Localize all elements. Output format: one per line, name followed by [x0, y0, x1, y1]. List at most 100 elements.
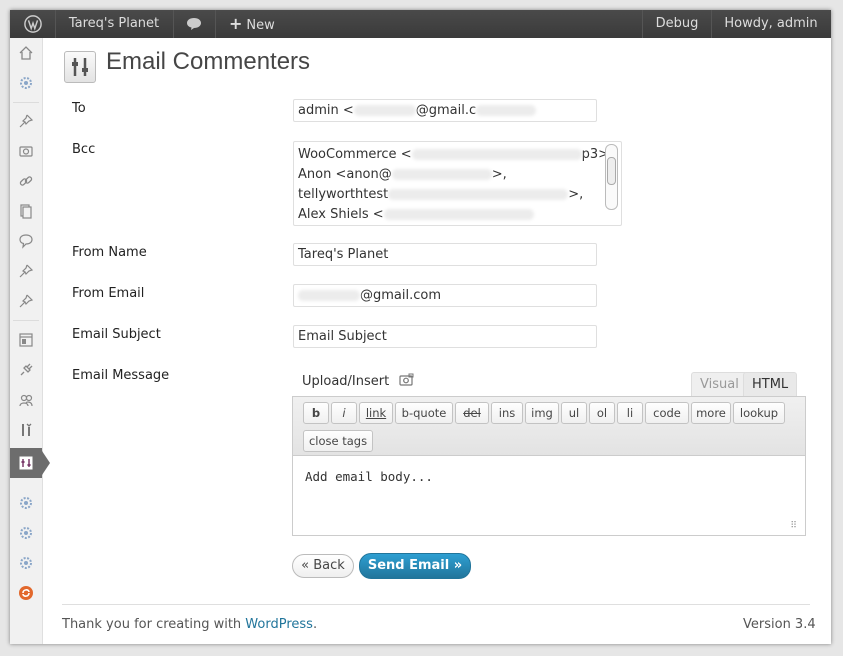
- sidebar-item-media[interactable]: [10, 136, 42, 166]
- home-icon: [19, 46, 33, 60]
- bcc-scrollbar[interactable]: [605, 144, 618, 210]
- media-camera-icon: [19, 146, 33, 157]
- email-message-label: Email Message: [72, 368, 170, 383]
- resize-handle-icon[interactable]: ⠿: [790, 521, 797, 531]
- footer-version: Version 3.4: [743, 617, 816, 632]
- bcc-line-start: WooCommerce <: [298, 147, 412, 162]
- email-subject-field[interactable]: Email Subject: [293, 325, 597, 348]
- admin-menu-sidebar: [10, 38, 50, 644]
- pages-icon: [20, 204, 32, 219]
- site-name-link[interactable]: Tareq's Planet: [55, 10, 174, 38]
- qt-close-tags-button[interactable]: close tags: [303, 430, 373, 452]
- pushpin-icon: [19, 114, 34, 128]
- wordpress-link[interactable]: WordPress: [245, 617, 313, 632]
- wordpress-logo-icon: [23, 15, 42, 33]
- redacted-text: [353, 105, 416, 116]
- send-email-button[interactable]: Send Email »: [359, 553, 471, 579]
- bcc-line-start: Anon <anon@: [298, 167, 392, 182]
- from-email-field[interactable]: @gmail.com: [293, 284, 597, 307]
- footer-thanks-text: Thank you for creating with: [62, 617, 246, 632]
- from-name-field[interactable]: Tareq's Planet: [293, 243, 597, 266]
- gear-icon: [20, 497, 32, 509]
- redacted-text: [476, 105, 537, 116]
- sidebar-item-settings-3[interactable]: [10, 548, 42, 578]
- bcc-line-start: tellyworthtest: [298, 187, 389, 202]
- browser-window: Tareq's Planet +New Debug Howdy, admin: [10, 10, 831, 644]
- active-menu-arrow: [42, 451, 50, 475]
- gear-icon: [20, 77, 32, 89]
- gear-icon: [20, 527, 32, 539]
- qt-ol-button[interactable]: ol: [589, 402, 615, 424]
- page-title: Email Commenters: [106, 48, 311, 75]
- qt-bold-button[interactable]: b: [303, 402, 329, 424]
- upload-insert-button[interactable]: Upload/Insert: [302, 373, 415, 389]
- pushpin-icon: [19, 264, 34, 278]
- new-content-menu[interactable]: + New: [215, 10, 299, 38]
- quicktags-toolbar: b i link b-quote del ins img ul ol li co…: [293, 397, 805, 456]
- qt-ins-button[interactable]: ins: [491, 402, 523, 424]
- bcc-scrollbar-thumb[interactable]: [607, 157, 616, 185]
- qt-li-button[interactable]: li: [617, 402, 643, 424]
- qt-more-button[interactable]: more: [691, 402, 731, 424]
- sidebar-item-pages[interactable]: [10, 196, 42, 226]
- qt-italic-button[interactable]: i: [331, 402, 357, 424]
- tab-visual[interactable]: Visual: [691, 372, 748, 397]
- account-menu[interactable]: Howdy, admin: [711, 10, 831, 38]
- to-value-prefix: admin <: [298, 103, 354, 118]
- upload-insert-label: Upload/Insert: [302, 374, 390, 389]
- pushpin-icon: [19, 294, 34, 308]
- sidebar-item-custom-post-2[interactable]: [10, 286, 42, 316]
- chain-link-icon: [19, 176, 33, 186]
- sidebar-item-appearance[interactable]: [10, 325, 42, 355]
- bcc-line-start: Alex Shiels <: [298, 207, 384, 222]
- wordpress-logo-menu[interactable]: [10, 10, 56, 38]
- sidebar-item-custom-post-1[interactable]: [10, 256, 42, 286]
- qt-lookup-button[interactable]: lookup: [733, 402, 785, 424]
- redacted-text: [411, 149, 582, 160]
- sidebar-item-plugin-gear[interactable]: [10, 68, 42, 98]
- qt-img-button[interactable]: img: [525, 402, 559, 424]
- media-camera-icon: [399, 373, 414, 386]
- new-label: New: [246, 18, 275, 33]
- from-name-label: From Name: [72, 245, 147, 260]
- footer-divider: [62, 604, 810, 605]
- sidebar-item-plugins[interactable]: [10, 355, 42, 385]
- bcc-line-end: >,: [568, 187, 584, 202]
- plug-icon: [20, 363, 33, 376]
- qt-code-button[interactable]: code: [645, 402, 689, 424]
- from-email-label: From Email: [72, 286, 145, 301]
- email-subject-label: Email Subject: [72, 327, 161, 342]
- page-title-icon: [64, 51, 96, 83]
- gear-icon: [20, 557, 32, 569]
- sidebar-separator: [13, 102, 39, 103]
- to-label: To: [72, 101, 86, 116]
- appearance-icon: [19, 333, 33, 347]
- qt-ul-button[interactable]: ul: [561, 402, 587, 424]
- sidebar-item-links[interactable]: [10, 166, 42, 196]
- back-button[interactable]: « Back: [292, 554, 354, 578]
- sidebar-item-tools[interactable]: [10, 415, 42, 445]
- debug-menu[interactable]: Debug: [642, 10, 712, 38]
- comments-icon: [19, 234, 33, 249]
- sidebar-item-settings-2[interactable]: [10, 518, 42, 548]
- bcc-textarea[interactable]: WooCommerce < p3>, Anon <anon@ >, tellywor…: [293, 141, 622, 226]
- bcc-line: Anon <anon@ >,: [298, 165, 621, 185]
- qt-del-button[interactable]: del: [455, 402, 489, 424]
- settings-sliders-icon: [19, 456, 33, 470]
- sidebar-item-users[interactable]: [10, 385, 42, 415]
- comments-link[interactable]: [173, 10, 216, 38]
- sidebar-item-posts[interactable]: [10, 106, 42, 136]
- qt-blockquote-button[interactable]: b-quote: [395, 402, 453, 424]
- email-body-textarea[interactable]: Add email body...: [305, 469, 433, 484]
- bcc-line: WooCommerce < p3>,: [298, 145, 621, 165]
- sidebar-item-orange-plugin[interactable]: [10, 578, 42, 608]
- plus-icon: +: [229, 14, 243, 33]
- sidebar-item-comments[interactable]: [10, 226, 42, 256]
- redacted-text: [388, 189, 569, 200]
- to-field[interactable]: admin < @gmail.c: [293, 99, 597, 122]
- sidebar-item-settings-1[interactable]: [10, 488, 42, 518]
- qt-link-button[interactable]: link: [359, 402, 393, 424]
- sidebar-item-dashboard[interactable]: [10, 38, 42, 68]
- tab-html[interactable]: HTML: [743, 372, 798, 397]
- sidebar-item-email-commenters[interactable]: [10, 448, 42, 478]
